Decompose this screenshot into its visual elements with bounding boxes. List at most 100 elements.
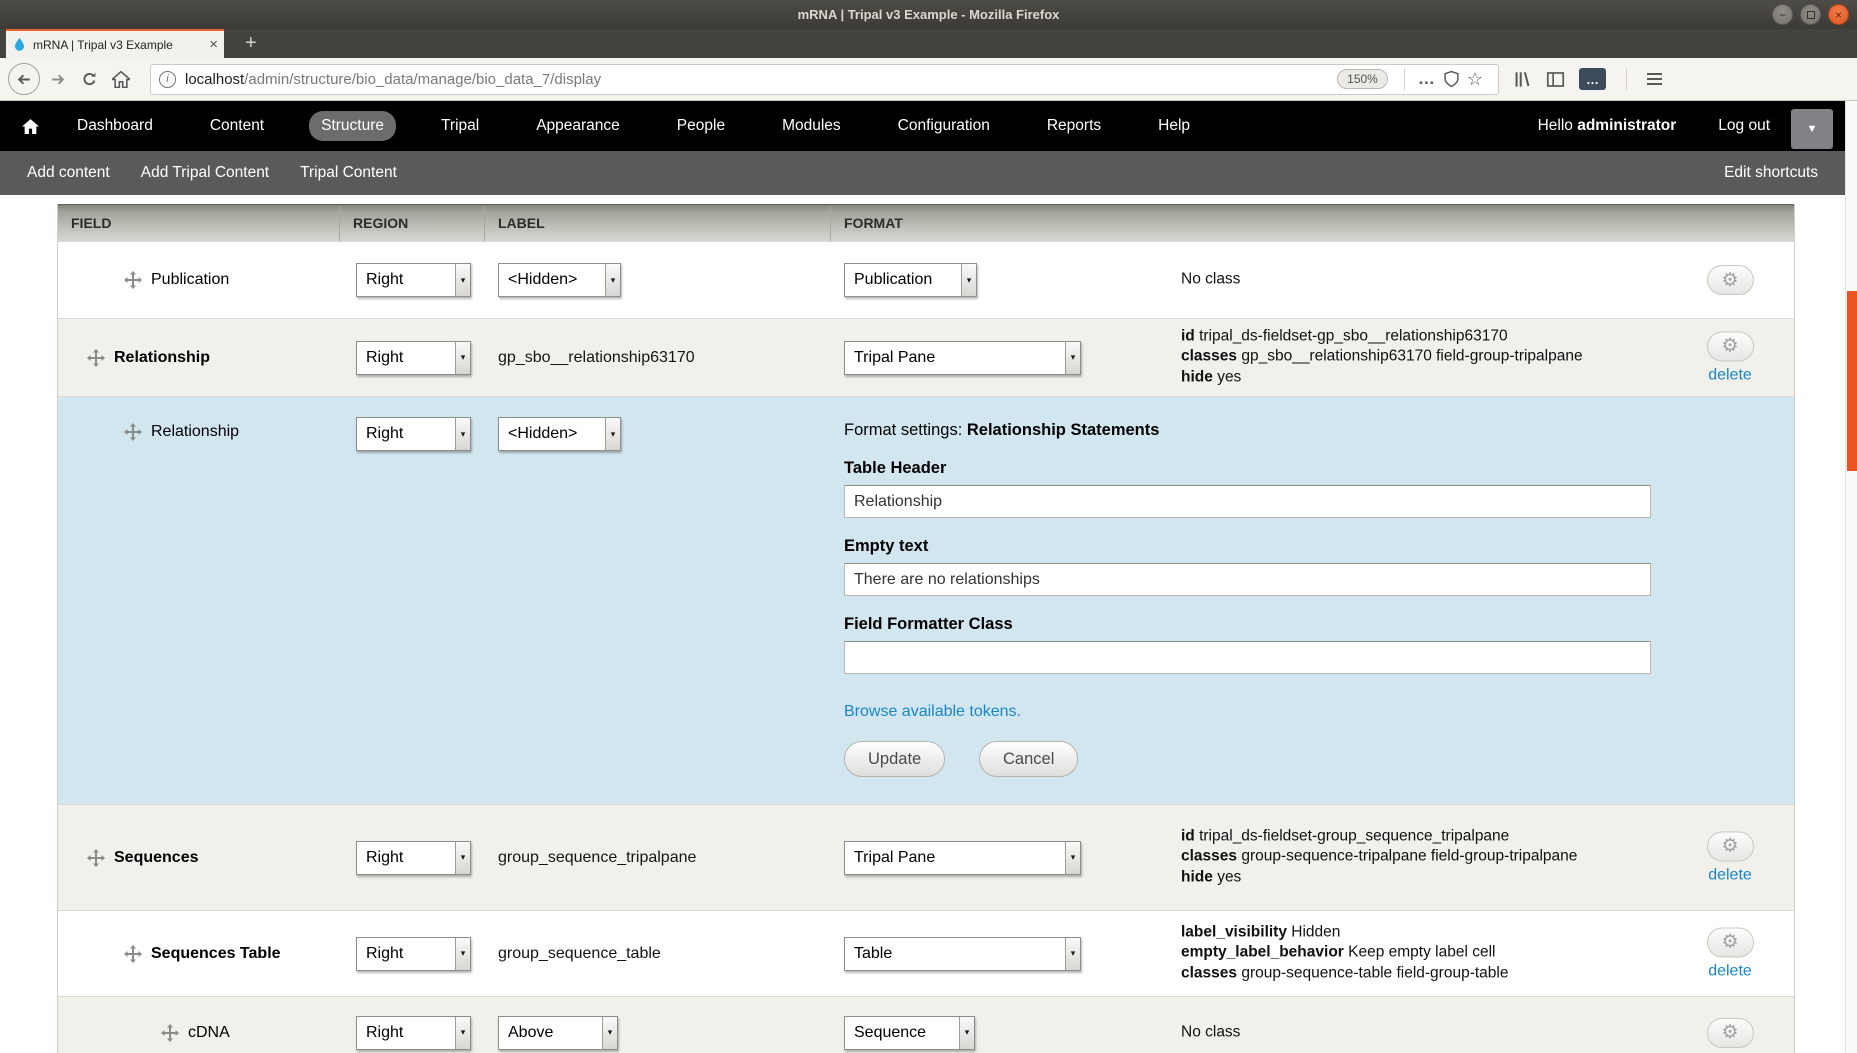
admin-menu-reports[interactable]: Reports [1035, 111, 1113, 141]
admin-menu-content[interactable]: Content [198, 111, 276, 141]
home-button[interactable] [106, 64, 136, 94]
shortcut-tripal-content[interactable]: Tripal Content [300, 164, 397, 182]
drag-handle-icon[interactable] [87, 349, 105, 367]
region-select[interactable]: Right▾ [356, 263, 471, 297]
maximize-icon [1807, 11, 1815, 19]
admin-menu-appearance[interactable]: Appearance [524, 111, 632, 141]
delete-link[interactable]: delete [1708, 962, 1752, 980]
drag-handle-icon[interactable] [87, 849, 105, 867]
admin-home-icon[interactable] [22, 119, 39, 134]
screenshots-icon[interactable]: … [1579, 68, 1606, 90]
firefox-window: mRNA | Tripal v3 Example - Mozilla Firef… [0, 0, 1857, 1053]
empty-text-label: Empty text [844, 537, 928, 556]
edit-shortcuts-link[interactable]: Edit shortcuts [1724, 164, 1818, 182]
chevron-down-icon: ▾ [455, 264, 470, 296]
field-formatter-class-input[interactable] [844, 641, 1651, 674]
reload-button[interactable] [74, 64, 104, 94]
delete-link[interactable]: delete [1708, 366, 1752, 384]
site-info-icon[interactable]: i [159, 71, 176, 88]
tab-title: mRNA | Tripal v3 Example [33, 38, 191, 52]
scrollbar-thumb[interactable] [1847, 291, 1857, 471]
region-select[interactable]: Right▾ [356, 341, 471, 375]
table-row-cdna: cDNA Right▾ Above▾ Sequence▾ No class ⚙ [58, 996, 1794, 1053]
page-actions-icon[interactable]: … [1418, 69, 1436, 89]
page-content: FIELD REGION LABEL FORMAT Publication Ri… [0, 195, 1845, 1053]
format-select[interactable]: Table▾ [844, 937, 1081, 971]
format-summary: label_visibility Hidden empty_label_beha… [1181, 922, 1661, 985]
label-select[interactable]: Above▾ [498, 1016, 618, 1050]
shortcut-add-tripal-content[interactable]: Add Tripal Content [141, 164, 269, 182]
format-select[interactable]: Sequence▾ [844, 1016, 975, 1050]
update-button[interactable]: Update [844, 741, 945, 777]
delete-link[interactable]: delete [1708, 866, 1752, 884]
admin-menu-configuration[interactable]: Configuration [886, 111, 1002, 141]
format-select[interactable]: Publication▾ [844, 263, 977, 297]
region-select[interactable]: Right▾ [356, 841, 471, 875]
settings-gear-button[interactable]: ⚙ [1707, 1018, 1754, 1048]
settings-gear-button[interactable]: ⚙ [1707, 927, 1754, 957]
browse-tokens-link[interactable]: Browse available tokens. [844, 703, 1021, 721]
settings-gear-button[interactable]: ⚙ [1707, 265, 1754, 295]
table-header-label: Table Header [844, 459, 946, 478]
format-select[interactable]: Tripal Pane▾ [844, 341, 1081, 375]
empty-text-input[interactable] [844, 563, 1651, 596]
url-text[interactable]: localhost/admin/structure/bio_data/manag… [185, 71, 1337, 88]
drag-handle-icon[interactable] [124, 945, 142, 963]
back-button[interactable] [8, 63, 40, 95]
gear-icon: ⚙ [1721, 1023, 1738, 1042]
user-greeting: Hello administrator [1538, 117, 1677, 135]
region-select[interactable]: Right▾ [356, 1016, 471, 1050]
reload-icon [81, 71, 98, 88]
drag-handle-icon[interactable] [124, 271, 142, 289]
drag-handle-icon[interactable] [161, 1024, 179, 1042]
library-icon[interactable] [1513, 70, 1532, 89]
shortcut-add-content[interactable]: Add content [27, 164, 110, 182]
admin-menu-people[interactable]: People [665, 111, 737, 141]
admin-menu-help[interactable]: Help [1146, 111, 1202, 141]
label-select[interactable]: <Hidden>▾ [498, 263, 621, 297]
tracking-shield-icon[interactable] [1443, 70, 1460, 88]
zoom-level-badge[interactable]: 150% [1337, 69, 1388, 89]
browser-tab[interactable]: mRNA | Tripal v3 Example × [6, 29, 224, 58]
column-header-format: FORMAT [830, 205, 1796, 242]
table-row-relationship-group: Relationship Right▾ gp_sbo__relationship… [58, 318, 1794, 396]
logout-link[interactable]: Log out [1718, 117, 1770, 135]
chevron-down-icon: ▾ [1065, 842, 1080, 874]
format-summary: No class [1181, 270, 1240, 291]
close-button[interactable]: × [1828, 4, 1849, 25]
cancel-button[interactable]: Cancel [979, 741, 1078, 777]
field-name: cDNA [188, 1024, 230, 1042]
table-header-input[interactable] [844, 485, 1651, 518]
label-select[interactable]: <Hidden>▾ [498, 417, 621, 451]
bookmark-star-icon[interactable]: ☆ [1467, 69, 1483, 90]
region-select[interactable]: Right▾ [356, 417, 471, 451]
field-display-table: FIELD REGION LABEL FORMAT Publication Ri… [57, 204, 1795, 1053]
format-select[interactable]: Tripal Pane▾ [844, 841, 1081, 875]
admin-menu-dashboard[interactable]: Dashboard [65, 111, 165, 141]
divider [1404, 68, 1405, 90]
admin-bar-toggle-button[interactable]: ▼ [1791, 109, 1833, 149]
scrollbar-track[interactable] [1845, 101, 1857, 1053]
tab-close-icon[interactable]: × [209, 36, 218, 53]
menu-hamburger-icon[interactable] [1647, 73, 1662, 85]
admin-menu-structure[interactable]: Structure [309, 111, 396, 141]
minimize-button[interactable]: − [1772, 4, 1793, 25]
url-host: localhost [185, 71, 244, 88]
new-tab-button[interactable]: + [237, 29, 265, 58]
region-select[interactable]: Right▾ [356, 937, 471, 971]
chevron-down-icon: ▾ [455, 1017, 470, 1049]
table-row-sequences-group: Sequences Right▾ group_sequence_tripalpa… [58, 804, 1794, 910]
forward-button[interactable] [42, 64, 72, 94]
chevron-down-icon: ▾ [602, 1017, 617, 1049]
drag-handle-icon[interactable] [124, 423, 142, 441]
sidebar-icon[interactable] [1546, 70, 1565, 89]
maximize-button[interactable] [1800, 4, 1821, 25]
admin-menu-modules[interactable]: Modules [770, 111, 853, 141]
settings-gear-button[interactable]: ⚙ [1707, 831, 1754, 861]
chevron-down-icon: ▾ [961, 264, 976, 296]
column-header-label: LABEL [484, 205, 830, 242]
field-name: Sequences Table [151, 945, 281, 963]
url-bar[interactable]: i localhost/admin/structure/bio_data/man… [150, 64, 1499, 95]
admin-menu-tripal[interactable]: Tripal [429, 111, 491, 141]
settings-gear-button[interactable]: ⚙ [1707, 331, 1754, 361]
